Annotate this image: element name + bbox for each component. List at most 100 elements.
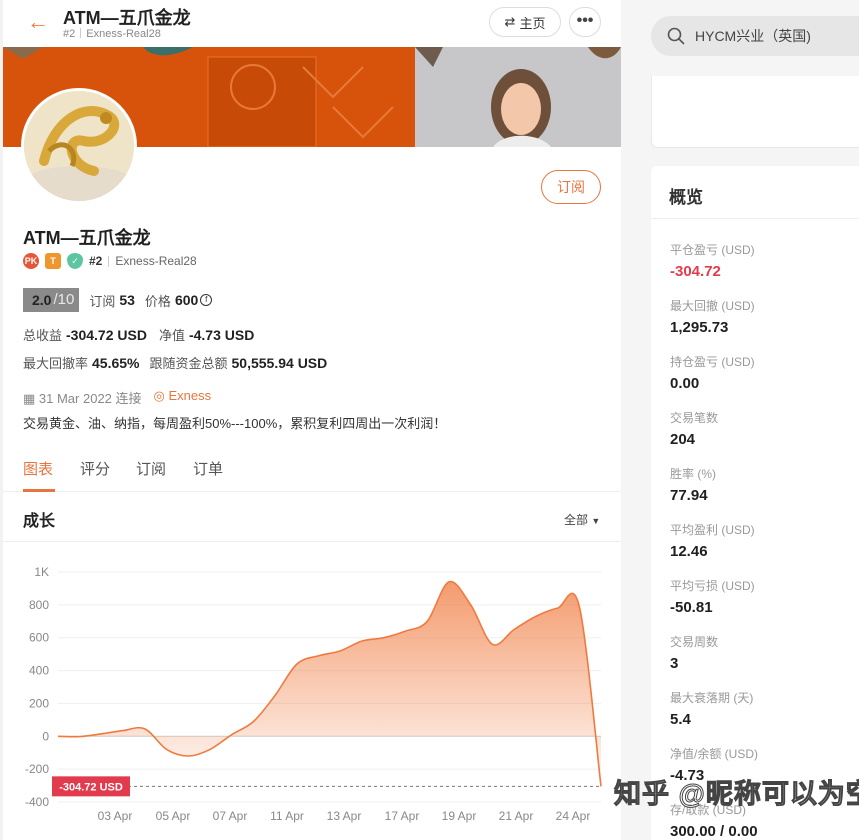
more-button[interactable]: ••• [569, 7, 601, 37]
search-text: HYCM兴业（英国) [695, 28, 811, 44]
tab-orders[interactable]: 订单 [193, 458, 223, 479]
strategy-description: 交易黄金、油、纳指，每周盈利50%---100%，累积复利四周出一次利润！ [23, 416, 447, 431]
top-bar: ← ATM—五爪金龙 #2 Exness-Real28 ⇄ 主页 ••• [3, 0, 621, 47]
header-server: Exness-Real28 [86, 28, 161, 40]
x-tick-label: 11 Apr [270, 809, 304, 823]
trader-rank: #2 [89, 254, 103, 268]
overview-item-value: 1,295.73 [670, 319, 729, 336]
overview-item: 交易笔数 204 [670, 409, 718, 448]
connected-date-text: 31 Mar 2022 连接 [38, 391, 142, 406]
overview-item-label: 净值/余额 (USD) [670, 747, 758, 761]
tab-rating[interactable]: 评分 [80, 458, 110, 479]
t-badge-icon: T [45, 253, 61, 269]
x-tick-label: 17 Apr [385, 809, 420, 823]
home-button[interactable]: ⇄ 主页 [489, 7, 561, 37]
x-tick-label: 07 Apr [213, 809, 248, 823]
overview-item: 最大衰落期 (天) 5.4 [670, 689, 753, 728]
price-label: 价格 [144, 293, 171, 309]
overview-item: 持仓盈亏 (USD) 0.00 [670, 353, 755, 392]
trader-name: ATM—五爪金龙 [23, 228, 151, 248]
score-max: /10 [53, 291, 75, 308]
x-tick-label: 13 Apr [327, 809, 362, 823]
drawdown-row: 最大回撤率 45.65% 跟随资金总额 50,555.94 USD [23, 353, 327, 372]
score-badge: 2.0/10 [23, 288, 80, 312]
connected-date: ▦ 31 Mar 2022 连接 [23, 391, 142, 406]
overview-item-label: 平仓盈亏 (USD) [670, 243, 755, 257]
overview-item: 平均亏损 (USD) -50.81 [670, 577, 755, 616]
overview-item: 交易周数 3 [670, 633, 718, 672]
max-dd-label: 最大回撤率 [23, 356, 89, 371]
overview-item: 平均盈利 (USD) 12.46 [670, 521, 755, 560]
overview-item-label: 最大衰落期 (天) [670, 691, 754, 705]
total-pnl-value: -304.72 USD [66, 327, 147, 343]
follow-value: 50,555.94 USD [231, 355, 328, 371]
overview-item: 胜率 (%) 77.94 [670, 465, 716, 504]
tab-bar: 图表 评分 订阅 订单 [3, 452, 621, 492]
overview-item-value: -50.81 [670, 599, 713, 616]
range-value: 全部 [564, 513, 589, 527]
y-tick-label: 800 [29, 598, 49, 612]
broker-link[interactable]: ◎ Exness [154, 388, 212, 407]
price-value: 600 [174, 292, 199, 308]
x-tick-label: 21 Apr [499, 809, 534, 823]
subscribe-button[interactable]: 订阅 [541, 170, 601, 204]
tab-subscribe[interactable]: 订阅 [136, 458, 166, 479]
info-card [651, 76, 859, 148]
coin-icon: f [200, 294, 213, 306]
verified-shield-icon: ✓ [67, 253, 83, 269]
overview-item-label: 最大回撤 (USD) [670, 299, 755, 313]
y-tick-label: -200 [25, 762, 49, 776]
search-box[interactable]: HYCM兴业（英国) [651, 16, 859, 56]
chart-title: 成长 [23, 513, 56, 530]
pk-badge-icon: PK [23, 253, 39, 269]
overview-item-value: 5.4 [670, 711, 691, 728]
chart-header: 成长 全部 ▼ [3, 498, 621, 542]
broker-name: Exness [168, 388, 212, 403]
overview-title: 概览 [669, 188, 703, 207]
subs-count: 53 [119, 292, 135, 308]
avatar [21, 88, 137, 204]
trader-server: Exness-Real28 [115, 254, 197, 268]
total-pnl-label: 总收益 [23, 328, 63, 343]
y-tick-label: 200 [29, 696, 49, 710]
score-value: 2.0 [32, 292, 52, 308]
header-rank: #2 [63, 28, 76, 40]
dragon-avatar-image [24, 91, 134, 201]
y-tick-label: 1K [34, 565, 49, 579]
overview-item-value: 300.00 / 0.00 [670, 823, 758, 840]
back-arrow-icon[interactable]: ← [27, 9, 49, 35]
y-tick-label: 400 [29, 664, 49, 678]
overview-item-value: 12.46 [670, 543, 708, 560]
page-subtitle: #2 Exness-Real28 [63, 28, 161, 40]
home-button-label: 主页 [519, 15, 546, 31]
growth-chart: 1K 800 600 400 200 0 -200 -400 -304.72 USD 03 Apr… [25, 565, 602, 823]
overview-item-label: 交易笔数 [670, 411, 719, 425]
x-tick-label: 03 Apr [98, 809, 133, 823]
tab-chart[interactable]: 图表 [23, 458, 53, 479]
x-tick-label: 24 Apr [556, 809, 591, 823]
swap-icon: ⇄ [504, 14, 516, 29]
overview-item: 平仓盈亏 (USD) -304.72 [670, 241, 755, 280]
overview-item-label: 平均亏损 (USD) [670, 579, 755, 593]
growth-area [58, 581, 601, 787]
current-value-label: -304.72 USD [59, 781, 123, 793]
right-sidebar: HYCM兴业（英国) 概览 平仓盈亏 (USD) -304.72 最大回撤 (USD… [621, 0, 859, 840]
trader-profile-panel: ← ATM—五爪金龙 #2 Exness-Real28 ⇄ 主页 ••• 订阅 … [3, 0, 621, 840]
overview-item-value: -304.72 [670, 263, 721, 280]
equity-label: 净值 [158, 328, 185, 343]
equity-value: -4.73 USD [188, 327, 255, 343]
overview-item-value: 0.00 [670, 375, 700, 392]
overview-item-value: 77.94 [670, 487, 708, 504]
page-title: ATM—五爪金龙 [63, 8, 191, 28]
range-dropdown[interactable]: 全部 ▼ [564, 511, 600, 528]
score-row: 2.0/10 订阅 53 价格 600 f [23, 288, 213, 312]
pnl-row: 总收益 -304.72 USD 净值 -4.73 USD [23, 325, 254, 344]
follow-label: 跟随资金总额 [149, 356, 228, 371]
y-tick-label: 0 [42, 729, 49, 743]
overview-item-label: 胜率 (%) [670, 467, 716, 481]
x-tick-label: 19 Apr [442, 809, 477, 823]
active-tab-underline [23, 489, 55, 492]
more-icon: ••• [576, 12, 594, 29]
caret-down-icon: ▼ [591, 516, 601, 526]
max-dd-value: 45.65% [92, 355, 140, 371]
